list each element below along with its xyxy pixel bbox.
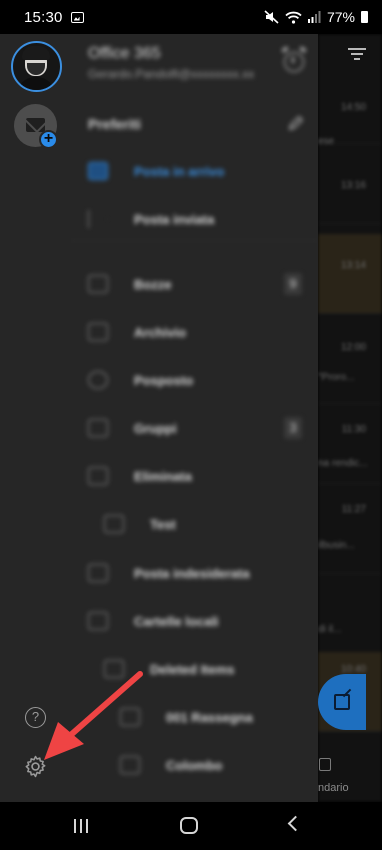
folder-icon <box>88 612 108 630</box>
folder-item-snoozed[interactable]: Posposto <box>88 365 193 395</box>
folder-item-junk[interactable]: Posta indesiderata <box>88 558 250 588</box>
archive-icon <box>88 323 108 341</box>
clock-icon <box>88 371 108 389</box>
folder-drawer: Office 365 Gerardo.Pandolfi@xxxxxxxx.xx … <box>70 34 318 802</box>
signal-icon <box>307 11 321 23</box>
folder-label: Deleted Items <box>150 661 235 677</box>
folder-item-local-folders[interactable]: Cartelle locali <box>88 606 219 636</box>
account-email: Gerardo.Pandolfi@xxxxxxxx.xx <box>88 67 255 81</box>
inbox-icon <box>88 162 108 180</box>
drafts-count-badge: 9 <box>284 273 302 295</box>
message-time: 13:16 <box>340 180 366 191</box>
mail-icon <box>26 118 45 132</box>
folder-item-groups[interactable]: Gruppi <box>88 413 177 443</box>
filter-icon[interactable] <box>348 48 366 62</box>
folder-icon <box>104 660 124 678</box>
folder-icon <box>104 515 124 533</box>
message-time: 11:27 <box>341 504 366 515</box>
add-account-button[interactable]: + <box>14 104 58 149</box>
help-icon[interactable]: ? <box>25 707 46 728</box>
calendar-tab-label: ndario <box>318 782 349 794</box>
battery-icon <box>361 11 368 23</box>
message-time: 12:00 <box>340 342 366 353</box>
account-rail: + ? <box>0 34 70 802</box>
status-bar: 15:30 77% <box>0 0 382 34</box>
folder-item-test[interactable]: Test <box>104 509 176 539</box>
draft-icon <box>88 275 108 293</box>
message-snippet: "Proro... <box>318 372 355 383</box>
do-not-disturb-alarm-icon[interactable] <box>284 52 304 72</box>
folder-item-deleted-items[interactable]: Deleted Items <box>104 654 235 684</box>
message-snippet: na rendic... <box>318 458 368 469</box>
folder-label: Posposto <box>134 372 194 388</box>
folder-item-sent[interactable]: Posta inviata <box>88 204 214 234</box>
divider <box>70 240 318 241</box>
trash-icon <box>88 467 108 485</box>
folder-item-rassegna[interactable]: 001 Rassegna <box>120 702 253 732</box>
folder-item-colombo[interactable]: Colombo <box>120 750 222 780</box>
folder-label: Posta indesiderata <box>134 565 250 581</box>
folder-label: Bozze <box>134 276 172 292</box>
folder-item-inbox[interactable]: Posta in arrivo <box>88 156 224 186</box>
compose-button[interactable] <box>318 674 366 730</box>
folder-item-archive[interactable]: Archivio <box>88 317 186 347</box>
home-button[interactable] <box>180 817 198 834</box>
edit-favorites-pencil-icon[interactable] <box>287 114 305 132</box>
calendar-icon <box>319 758 331 771</box>
settings-gear-icon[interactable] <box>23 754 48 779</box>
account-avatar[interactable] <box>11 41 62 92</box>
folder-label: Eliminata <box>134 468 192 484</box>
status-icons: 77% <box>264 9 368 25</box>
folder-label: Posta inviata <box>134 211 215 227</box>
back-button[interactable] <box>287 815 304 832</box>
folder-label: Colombo <box>166 757 223 773</box>
send-icon <box>88 210 108 228</box>
folder-label: Test <box>150 516 176 532</box>
calendar-tab[interactable]: ndario <box>318 756 382 802</box>
message-snippet: ilbusin... <box>318 540 355 551</box>
status-time: 15:30 <box>24 8 63 26</box>
groups-count-badge: 3 <box>284 417 302 439</box>
mute-icon <box>264 10 279 24</box>
folder-label: Cartelle locali <box>134 613 219 629</box>
folder-label: Archivio <box>134 324 187 340</box>
groups-icon <box>88 419 108 437</box>
system-navigation-bar <box>0 802 382 850</box>
junk-icon <box>88 564 108 582</box>
message-time: 13:14 <box>340 260 366 271</box>
folder-label: 001 Rassegna <box>166 709 253 725</box>
folder-icon <box>120 756 140 774</box>
gallery-notification-icon <box>70 11 84 23</box>
folder-item-deleted[interactable]: Eliminata <box>88 461 192 491</box>
folder-icon <box>120 708 140 726</box>
message-snippet: di il... <box>318 624 342 635</box>
account-name: Office 365 <box>88 45 161 62</box>
folder-item-drafts[interactable]: Bozze <box>88 269 172 299</box>
compose-icon <box>334 694 350 710</box>
folder-label: Gruppi <box>134 420 177 436</box>
message-time: 14:50 <box>340 102 366 113</box>
message-time: 11:30 <box>341 424 366 435</box>
folder-label: Posta in arrivo <box>134 163 225 179</box>
battery-percent: 77% <box>326 9 355 25</box>
add-icon: + <box>39 130 58 149</box>
recent-apps-button[interactable] <box>74 819 90 833</box>
favorites-heading: Preferiti <box>88 116 141 132</box>
wifi-icon <box>285 11 302 24</box>
